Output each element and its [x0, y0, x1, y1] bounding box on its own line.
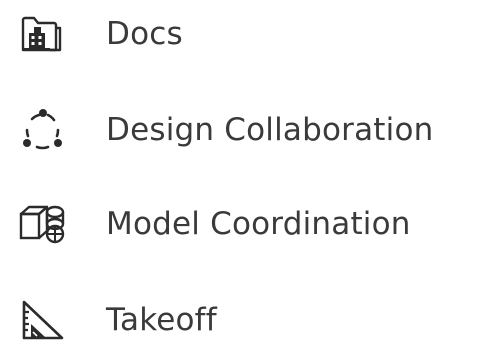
- menu-item-label: Takeoff: [106, 302, 217, 338]
- menu-item-model-coordination[interactable]: Model Coordination: [14, 194, 474, 254]
- cube-model-icon: [14, 200, 70, 248]
- menu-item-docs[interactable]: Docs: [14, 4, 474, 64]
- product-menu: Docs Design Collaboration Model Coordina…: [0, 0, 477, 342]
- menu-item-label: Design Collaboration: [106, 112, 434, 148]
- menu-item-label: Model Coordination: [106, 206, 411, 242]
- menu-item-takeoff[interactable]: Takeoff: [14, 290, 474, 350]
- menu-item-design-collaboration[interactable]: Design Collaboration: [14, 100, 474, 160]
- set-square-ruler-icon: [14, 296, 70, 344]
- menu-item-label: Docs: [106, 16, 183, 52]
- folder-building-icon: [14, 10, 70, 58]
- circle-dots-icon: [14, 106, 70, 154]
